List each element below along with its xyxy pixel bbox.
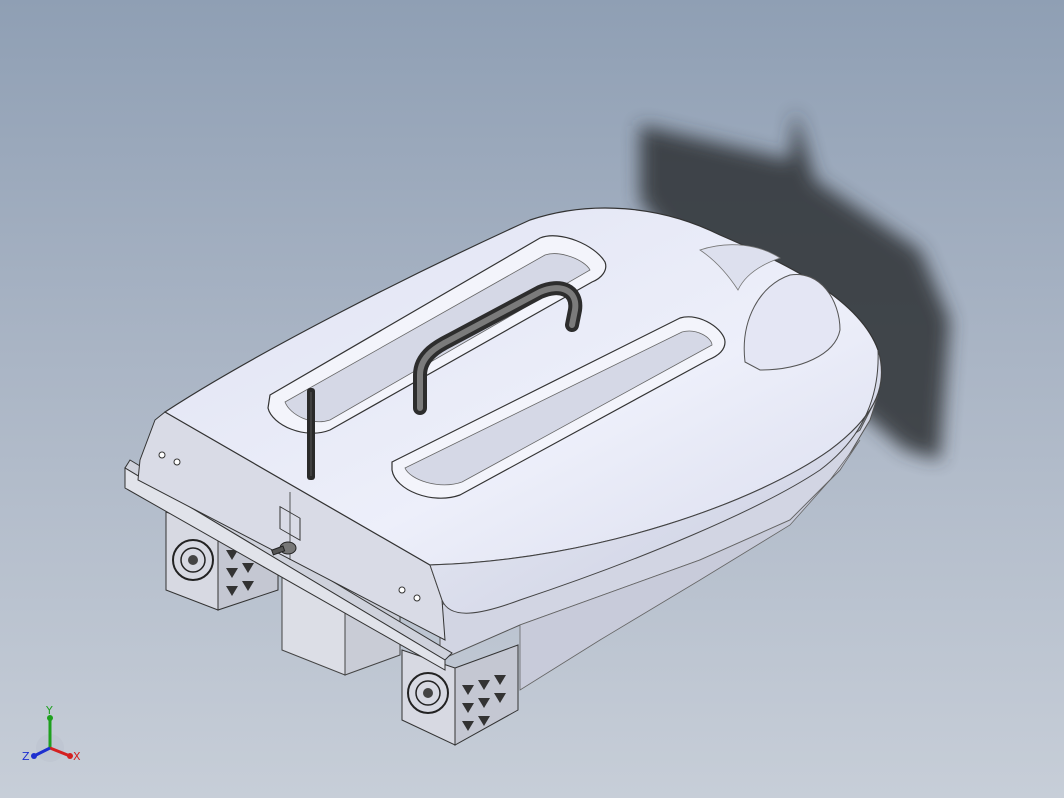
- triad-y-label: Y: [45, 704, 53, 717]
- right-fan-pod: [401, 644, 519, 746]
- triad-x-label: X: [73, 750, 81, 763]
- 3d-model-viewport[interactable]: Y X Z: [0, 0, 1064, 798]
- orientation-triad: Y X Z: [22, 704, 81, 763]
- radio-antenna: [307, 388, 315, 480]
- model-scene[interactable]: Y X Z: [0, 0, 1064, 798]
- triad-z-label: Z: [22, 750, 30, 763]
